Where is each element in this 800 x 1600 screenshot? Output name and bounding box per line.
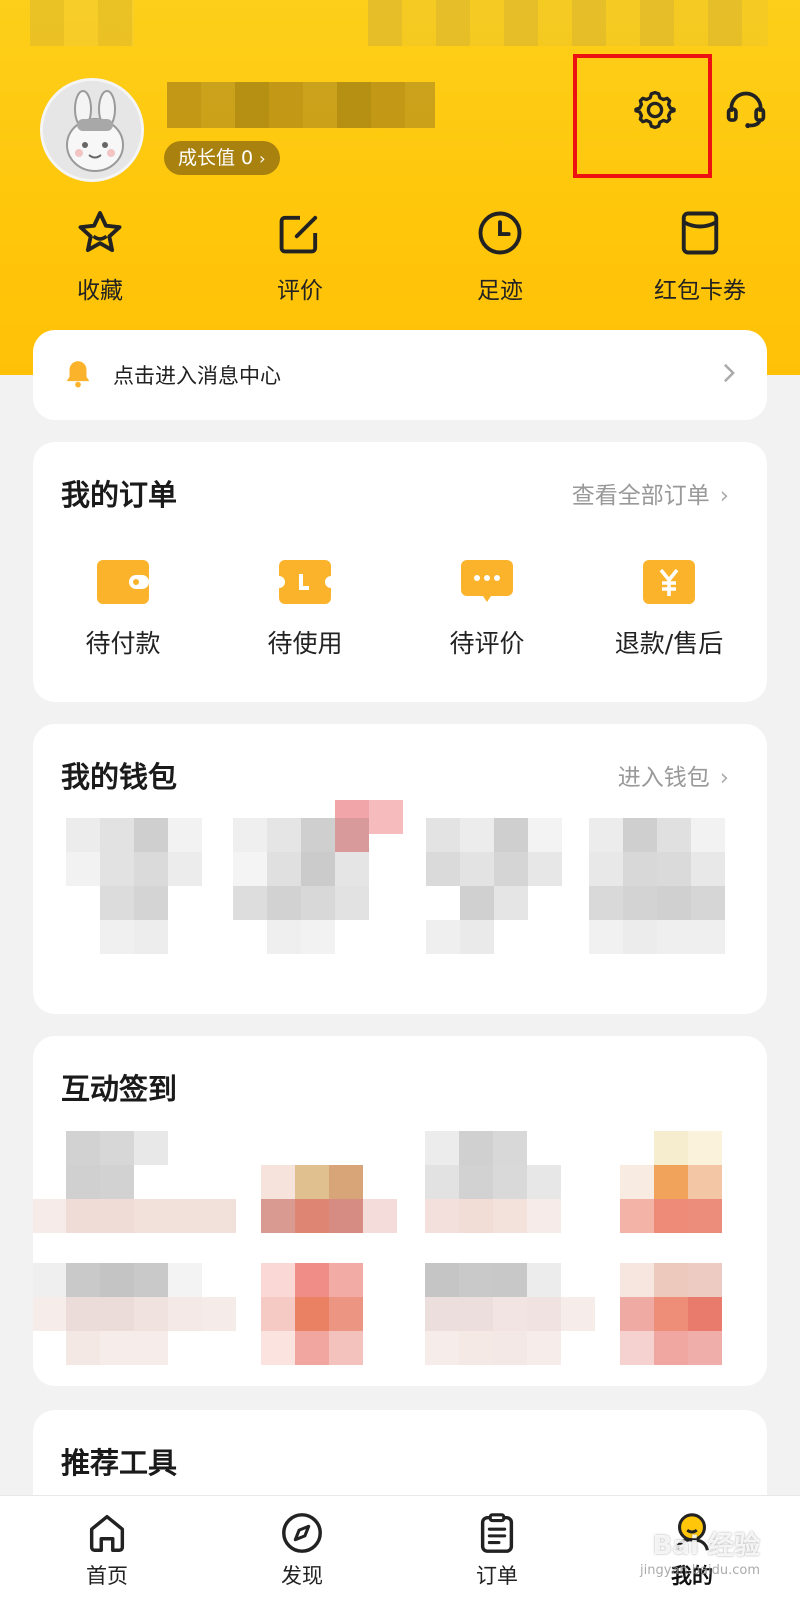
status-bar-redacted bbox=[0, 0, 800, 46]
star-icon bbox=[78, 211, 122, 253]
tools-title: 推荐工具 bbox=[61, 1446, 178, 1480]
chevron-right-icon: › bbox=[719, 765, 729, 791]
wallet-items-redacted[interactable] bbox=[66, 800, 746, 980]
quick-link-reviews[interactable]: 评价 bbox=[240, 205, 360, 305]
message-center-card[interactable]: 点击进入消息中心 bbox=[33, 330, 767, 420]
headset-icon bbox=[726, 91, 766, 129]
avatar[interactable] bbox=[40, 78, 144, 182]
gear-icon bbox=[634, 90, 676, 130]
view-all-orders-label: 查看全部订单 bbox=[571, 483, 710, 509]
watermark-url: jingyan.baidu.com bbox=[640, 1563, 760, 1578]
clock-icon bbox=[478, 211, 522, 255]
order-list-icon bbox=[480, 1513, 514, 1553]
quick-links: 收藏 评价 足迹 红包卡券 bbox=[0, 205, 800, 305]
order-to-use[interactable]: 待使用 bbox=[225, 560, 385, 660]
enter-wallet-link[interactable]: 进入钱包 › bbox=[618, 758, 729, 792]
quick-link-coupons[interactable]: 红包卡券 bbox=[640, 205, 760, 305]
order-to-review[interactable]: 待评价 bbox=[407, 560, 567, 660]
refund-icon bbox=[643, 560, 695, 604]
tab-label: 订单 bbox=[476, 1564, 518, 1588]
order-refund[interactable]: 退款/售后 bbox=[589, 560, 749, 660]
chevron-right-icon: › bbox=[259, 149, 266, 168]
username-redacted bbox=[167, 82, 435, 128]
chevron-right-icon: › bbox=[719, 483, 729, 509]
check-in-items-redacted[interactable] bbox=[33, 1131, 733, 1371]
view-all-orders-link[interactable]: 查看全部订单 › bbox=[572, 476, 729, 510]
quick-link-label: 评价 bbox=[277, 278, 323, 304]
home-icon bbox=[89, 1514, 125, 1552]
tab-orders[interactable]: 订单 bbox=[447, 1508, 547, 1590]
coupon-icon bbox=[681, 211, 719, 255]
chevron-right-icon bbox=[721, 362, 737, 388]
tab-discover[interactable]: 发现 bbox=[252, 1508, 352, 1590]
order-status-label: 待评价 bbox=[449, 629, 525, 658]
quick-link-history[interactable]: 足迹 bbox=[440, 205, 560, 305]
compass-icon bbox=[282, 1513, 322, 1553]
tab-label: 发现 bbox=[281, 1564, 323, 1588]
order-status-label: 待使用 bbox=[267, 629, 343, 658]
tab-label: 首页 bbox=[86, 1564, 128, 1588]
wallet-icon bbox=[97, 560, 149, 604]
check-in-card: 互动签到 bbox=[33, 1036, 767, 1386]
order-status-label: 退款/售后 bbox=[614, 629, 724, 658]
check-in-title: 互动签到 bbox=[61, 1072, 178, 1106]
quick-link-label: 红包卡券 bbox=[654, 278, 746, 304]
growth-value-label: 成长值 0 bbox=[178, 147, 254, 169]
orders-title: 我的订单 bbox=[61, 478, 178, 512]
edit-icon bbox=[279, 215, 318, 254]
order-pending-payment[interactable]: 待付款 bbox=[43, 560, 203, 660]
growth-value-badge[interactable]: 成长值 0 › bbox=[164, 141, 280, 175]
my-wallet-card: 我的钱包 进入钱包 › bbox=[33, 724, 767, 1014]
comment-icon bbox=[461, 560, 513, 602]
tab-home[interactable]: 首页 bbox=[57, 1508, 157, 1590]
bell-icon bbox=[61, 356, 95, 396]
ticket-icon bbox=[279, 560, 331, 604]
enter-wallet-label: 进入钱包 bbox=[617, 765, 710, 791]
my-orders-card: 我的订单 查看全部订单 › 待付款 待使用 待评价 退款/售后 bbox=[33, 442, 767, 702]
customer-service-button[interactable] bbox=[722, 86, 770, 134]
watermark: Bai 经验 bbox=[652, 1531, 760, 1561]
settings-button[interactable] bbox=[631, 86, 679, 134]
quick-link-favorites[interactable]: 收藏 bbox=[40, 205, 160, 305]
quick-link-label: 收藏 bbox=[77, 278, 123, 304]
message-center-text: 点击进入消息中心 bbox=[113, 364, 281, 388]
quick-link-label: 足迹 bbox=[477, 278, 523, 304]
order-status-label: 待付款 bbox=[85, 629, 161, 658]
wallet-title: 我的钱包 bbox=[61, 760, 178, 794]
